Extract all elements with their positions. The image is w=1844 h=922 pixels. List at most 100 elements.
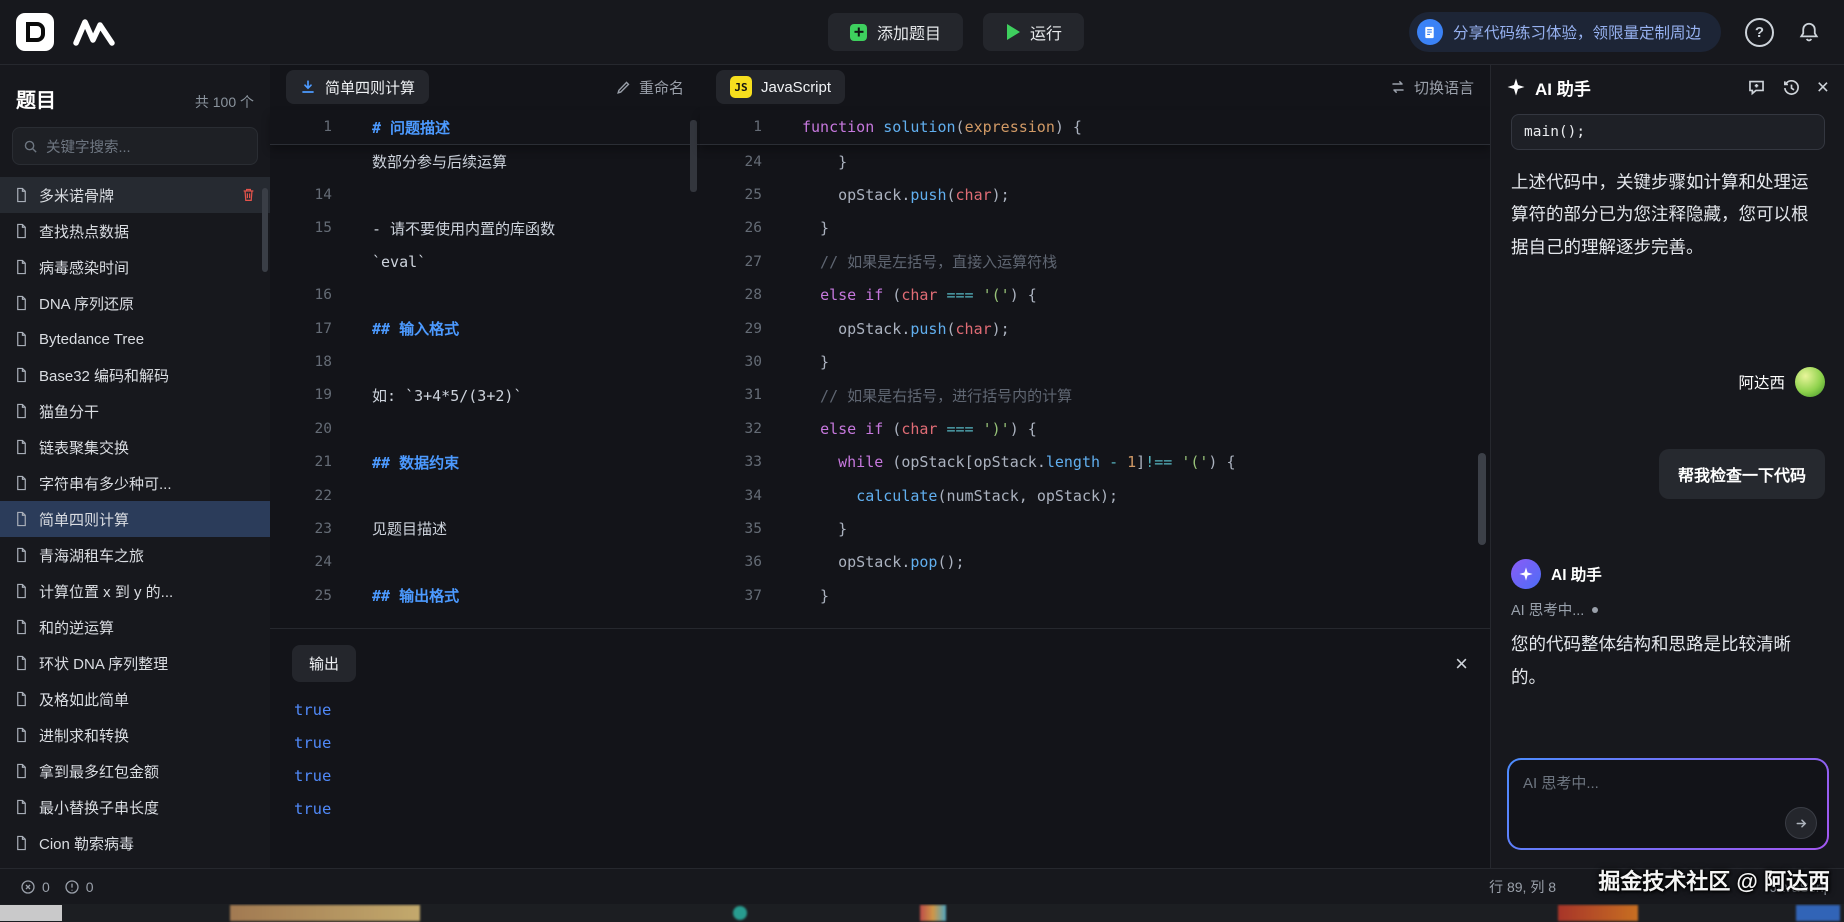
download-icon xyxy=(300,79,316,95)
sidebar-item[interactable]: 病毒感染时间 xyxy=(0,249,270,285)
md-scrollbar[interactable] xyxy=(690,120,697,192)
sidebar-item[interactable]: Bytedance Tree xyxy=(0,321,270,357)
taskbar-item[interactable] xyxy=(733,906,747,920)
code-line[interactable]: 15- 请不要使用内置的库函数 xyxy=(270,212,700,245)
file-icon xyxy=(14,619,29,635)
code-line[interactable]: 21## 数据约束 xyxy=(270,446,700,479)
md-editor-lines[interactable]: 1# 问题描述数部分参与后续运算1415- 请不要使用内置的库函数`eval`1… xyxy=(270,110,700,612)
code-line[interactable]: 25 opStack.push(char); xyxy=(700,178,1490,211)
line-content: ## 数据约束 xyxy=(350,452,459,473)
code-line[interactable]: 37 } xyxy=(700,579,1490,612)
problem-list: 多米诺骨牌查找热点数据病毒感染时间DNA 序列还原Bytedance TreeB… xyxy=(0,177,270,861)
line-number: 24 xyxy=(270,554,350,570)
sidebar-item[interactable]: 进制求和转换 xyxy=(0,717,270,753)
code-line[interactable]: 23见题目描述 xyxy=(270,512,700,545)
line-content: 数部分参与后续运算 xyxy=(350,151,507,172)
bell-icon[interactable] xyxy=(1798,21,1820,43)
code-scrollbar[interactable] xyxy=(1478,453,1486,545)
switch-language-button[interactable]: 切换语言 xyxy=(1390,77,1474,98)
taskbar-item[interactable] xyxy=(920,905,946,921)
sidebar-item[interactable]: 猫鱼分干 xyxy=(0,393,270,429)
sidebar-item[interactable]: 环状 DNA 序列整理 xyxy=(0,645,270,681)
line-content: } xyxy=(780,153,847,171)
sidebar-item[interactable]: 多米诺骨牌 xyxy=(0,177,270,213)
code-line[interactable]: 22 xyxy=(270,479,700,512)
code-line[interactable]: 35 } xyxy=(700,512,1490,545)
problem-title-tab[interactable]: 简单四则计算 xyxy=(286,70,429,104)
rename-button[interactable]: 重命名 xyxy=(616,77,684,98)
sidebar-item[interactable]: 简单四则计算 xyxy=(0,501,270,537)
sidebar-item[interactable]: 及格如此简单 xyxy=(0,681,270,717)
code-line[interactable]: 28 else if (char === '(') { xyxy=(700,279,1490,312)
code-line[interactable]: 17## 输入格式 xyxy=(270,312,700,345)
send-button[interactable] xyxy=(1785,807,1817,839)
code-editor-lines[interactable]: 1function solution(expression) {24 }25 o… xyxy=(700,110,1490,612)
marscode-logo-icon[interactable] xyxy=(72,16,116,48)
close-icon[interactable]: × xyxy=(1455,653,1468,675)
sidebar-item[interactable]: 拿到最多红包金额 xyxy=(0,753,270,789)
code-line[interactable]: 32 else if (char === ')') { xyxy=(700,412,1490,445)
help-icon[interactable]: ? xyxy=(1745,18,1774,47)
code-line[interactable]: 34 calculate(numStack, opStack); xyxy=(700,479,1490,512)
code-line[interactable]: 31 // 如果是右括号，进行括号内的计算 xyxy=(700,379,1490,412)
code-line[interactable]: 33 while (opStack[opStack.length - 1]!==… xyxy=(700,446,1490,479)
taskbar-item[interactable] xyxy=(1796,905,1840,921)
sidebar-item-label: 最小替换子串长度 xyxy=(39,797,256,818)
search-input[interactable]: 关键字搜索... xyxy=(12,127,258,165)
sidebar-item[interactable]: Cion 勒索病毒 xyxy=(0,825,270,861)
code-line[interactable]: 数部分参与后续运算 xyxy=(270,145,700,178)
run-button[interactable]: 运行 xyxy=(983,13,1084,51)
history-icon[interactable] xyxy=(1782,78,1801,97)
problems-summary[interactable]: 0 0 xyxy=(0,879,94,895)
taskbar-item[interactable] xyxy=(230,905,420,921)
sidebar-item[interactable]: DNA 序列还原 xyxy=(0,285,270,321)
add-problem-button[interactable]: 添加题目 xyxy=(828,13,963,51)
code-line[interactable]: 29 opStack.push(char); xyxy=(700,312,1490,345)
language-tab[interactable]: JS JavaScript xyxy=(716,70,845,104)
new-chat-icon[interactable] xyxy=(1747,78,1766,97)
code-line[interactable]: 14 xyxy=(270,178,700,211)
warning-icon xyxy=(64,879,80,895)
problem-count: 共 100 个 xyxy=(195,92,254,112)
ai-input[interactable]: AI 思考中... xyxy=(1509,760,1827,848)
sidebar-item[interactable]: 青海湖租车之旅 xyxy=(0,537,270,573)
code-line[interactable]: 19如: `3+4*5/(3+2)` xyxy=(270,379,700,412)
taskbar-item[interactable] xyxy=(0,905,62,921)
file-icon xyxy=(14,403,29,419)
code-line[interactable]: 25## 输出格式 xyxy=(270,579,700,612)
code-line[interactable]: `eval` xyxy=(270,245,700,278)
assistant-name-row: AI 助手 xyxy=(1511,559,1825,589)
user-name-row: 阿达西 xyxy=(1511,367,1825,397)
code-line[interactable]: 24 xyxy=(270,546,700,579)
sidebar-item[interactable]: 计算位置 x 到 y 的... xyxy=(0,573,270,609)
ai-message-text: 您的代码整体结构和思路是比较清晰的。 xyxy=(1511,628,1825,693)
code-line[interactable]: 27 // 如果是左括号，直接入运算符栈 xyxy=(700,245,1490,278)
code-line[interactable]: 24 } xyxy=(700,145,1490,178)
taskbar-item[interactable] xyxy=(1558,905,1638,921)
app-logo-icon[interactable] xyxy=(16,13,54,51)
code-line[interactable]: 26 } xyxy=(700,212,1490,245)
sidebar-scrollbar[interactable] xyxy=(262,188,268,272)
javascript-icon: JS xyxy=(730,76,752,98)
sidebar-item[interactable]: 字符串有多少种可... xyxy=(0,465,270,501)
delete-icon[interactable] xyxy=(241,187,256,203)
code-line[interactable]: 36 opStack.pop(); xyxy=(700,546,1490,579)
sidebar-item-label: 多米诺骨牌 xyxy=(39,185,231,206)
cursor-position[interactable]: 行 89, 列 8 xyxy=(1489,877,1556,897)
code-line[interactable]: 30 } xyxy=(700,345,1490,378)
code-line[interactable]: 16 xyxy=(270,279,700,312)
close-icon[interactable]: × xyxy=(1817,77,1829,98)
sidebar-item[interactable]: 最小替换子串长度 xyxy=(0,789,270,825)
code-line[interactable]: 18 xyxy=(270,345,700,378)
sidebar-item[interactable]: Base32 编码和解码 xyxy=(0,357,270,393)
promo-banner[interactable]: 分享代码练习体验，领限量定制周边 xyxy=(1409,12,1721,52)
sidebar-item-label: 进制求和转换 xyxy=(39,725,256,746)
sidebar-item[interactable]: 和的逆运算 xyxy=(0,609,270,645)
ai-panel-header: AI 助手 × xyxy=(1491,64,1844,110)
sidebar-item[interactable]: 链表聚集交换 xyxy=(0,429,270,465)
code-line[interactable]: 20 xyxy=(270,412,700,445)
problem-panel-header: 简单四则计算 重命名 xyxy=(270,64,700,110)
sidebar-item[interactable]: 查找热点数据 xyxy=(0,213,270,249)
code-line[interactable]: 1function solution(expression) { xyxy=(700,110,1490,145)
code-line[interactable]: 1# 问题描述 xyxy=(270,110,700,145)
